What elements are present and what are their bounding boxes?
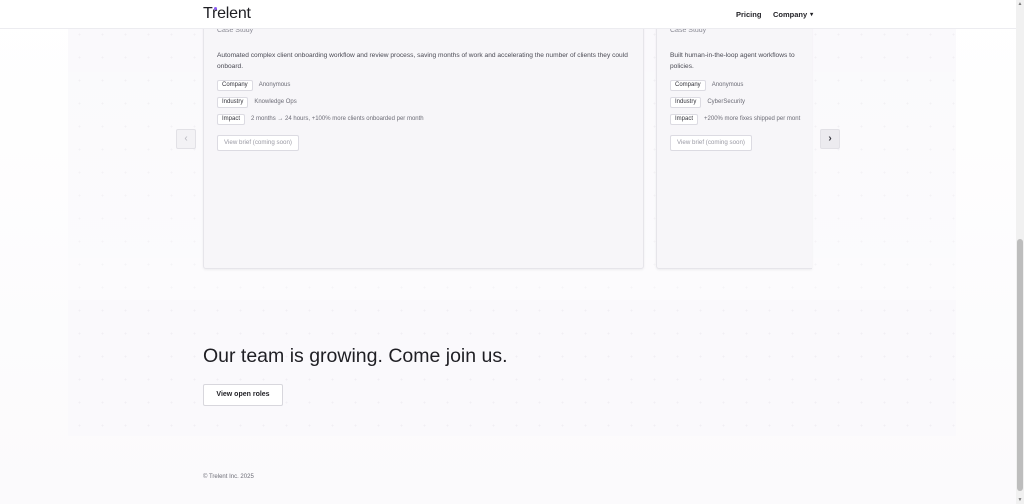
meta-key: Company (217, 80, 253, 91)
meta-key: Company (670, 80, 706, 91)
meta-value: CyberSecurity (707, 99, 746, 105)
scrollbar-thumb[interactable] (1017, 239, 1023, 491)
card-description: Built human-in-the-loop agent workflows … (670, 52, 795, 70)
meta-row-company: Company Anonymous (670, 80, 743, 92)
meta-value: Anonymous (258, 82, 291, 88)
meta-value: Anonymous (711, 82, 744, 88)
chevron-down-icon: ▾ (810, 12, 814, 18)
logo-accent-dot (214, 7, 217, 10)
scroll-down-icon[interactable]: ▼ (1016, 496, 1024, 504)
view-open-roles-button[interactable]: View open roles (203, 384, 283, 406)
view-brief-button[interactable]: View brief (coming soon) (670, 135, 752, 151)
carousel-next-button[interactable]: › (820, 129, 840, 149)
meta-row-company: Company Anonymous (217, 80, 290, 92)
site-header: Trelent Pricing Company ▾ (0, 0, 1016, 29)
card-description: Automated complex client onboarding work… (217, 52, 628, 70)
footer-copyright: © Trelent Inc. 2025 (203, 474, 254, 480)
meta-value: Knowledge Ops (254, 99, 297, 105)
scroll-up-icon[interactable]: ▲ (1016, 0, 1024, 8)
view-brief-button[interactable]: View brief (coming soon) (217, 135, 299, 151)
meta-row-impact: Impact +200% more fixes shipped per mont (670, 114, 800, 126)
logo[interactable]: Trelent (203, 5, 251, 23)
meta-key: Industry (670, 97, 702, 108)
meta-key: Impact (217, 114, 246, 125)
carousel-prev-button[interactable]: ‹ (176, 129, 196, 149)
meta-row-impact: Impact 2 months → 24 hours, +100% more cl… (217, 114, 424, 126)
scrollbar[interactable]: ▲ ▼ (1016, 0, 1024, 504)
nav-pricing[interactable]: Pricing (736, 10, 761, 19)
meta-value: +200% more fixes shipped per mont (704, 116, 801, 122)
meta-key: Industry (217, 97, 249, 108)
case-study-card: Case Study Built human-in-the-loop agent… (656, 12, 812, 269)
chevron-right-icon: › (828, 133, 832, 144)
meta-value: 2 months → 24 hours, +100% more clients … (251, 116, 424, 122)
nav-company[interactable]: Company ▾ (773, 10, 813, 19)
case-study-card: Case Study Automated complex client onbo… (203, 12, 644, 269)
join-heading: Our team is growing. Come join us. (203, 345, 508, 367)
meta-key: Impact (670, 114, 699, 125)
meta-row-industry: Industry Knowledge Ops (217, 97, 297, 109)
chevron-left-icon: ‹ (184, 133, 188, 144)
nav-company-label: Company (773, 10, 808, 19)
meta-row-industry: Industry CyberSecurity (670, 97, 745, 109)
